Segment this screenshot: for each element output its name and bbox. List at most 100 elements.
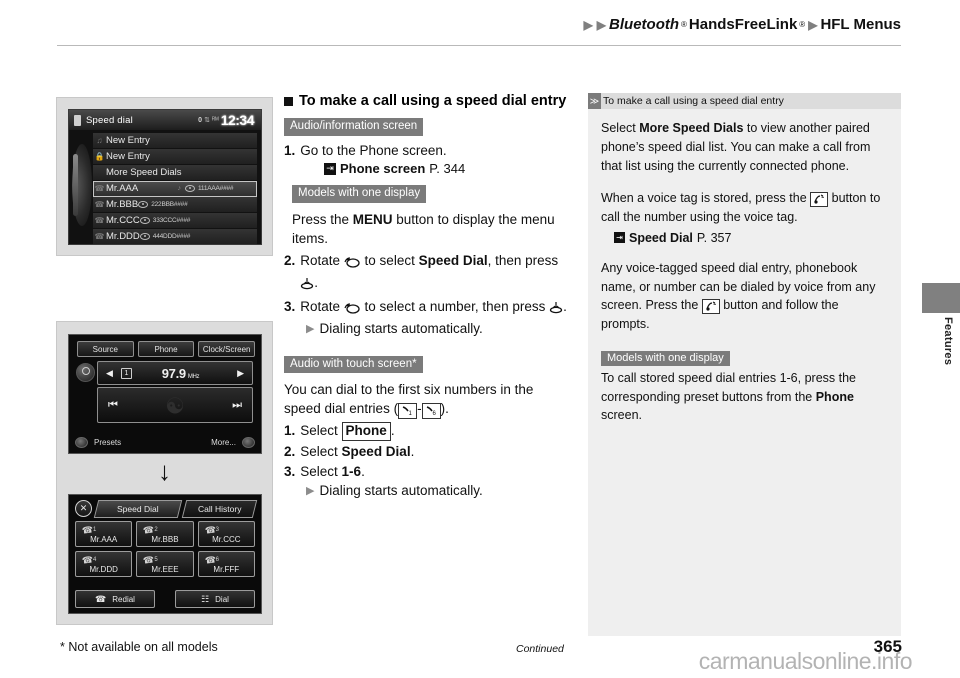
close-icon[interactable]: ✕: [75, 500, 92, 517]
seek-bar: ⏮ ☯ ⏭: [97, 387, 253, 423]
cross-reference-phone-screen[interactable]: ⇥ Phone screen P. 344: [324, 161, 572, 176]
redial-button[interactable]: ☎ Redial: [75, 590, 155, 608]
side-note-paragraph-1: Select More Speed Dials to view another …: [601, 119, 888, 175]
left-knob-icon[interactable]: [75, 436, 88, 448]
dialing-note-text: Dialing starts automatically.: [319, 320, 483, 336]
preset-button[interactable]: ☎ 5 Mr.EEE: [136, 551, 194, 577]
list-item[interactable]: ☎ Mr.CCC 333CCC####: [93, 213, 257, 229]
preset-range-label: 1-6: [341, 464, 362, 480]
badge-models-with-one-display: Models with one display: [292, 185, 427, 203]
step-text: Rotate to select Speed Dial, then press …: [300, 251, 572, 296]
preset-button[interactable]: ☎ 6 Mr.FFF: [197, 551, 255, 577]
seek-next-icon[interactable]: ⏭: [232, 399, 242, 412]
page-number: 365: [873, 637, 902, 656]
dial-label: Dial: [215, 594, 229, 604]
phone-button-reference[interactable]: Phone: [341, 422, 391, 441]
seek-prev-icon[interactable]: ⏮: [108, 399, 118, 412]
reference-label: Speed Dial: [629, 230, 693, 245]
list-item-more-speed-dials[interactable]: More Speed Dials: [93, 165, 257, 181]
list-item[interactable]: ☎ Mr.AAA ♪ 111AAA####: [93, 181, 257, 197]
breadcrumb-arrow-icon: ▶: [808, 17, 818, 32]
side-note-title: To make a call using a speed dial entry: [603, 95, 784, 107]
breadcrumb: ▶ ▶ Bluetooth ® HandsFreeLink ® ▶ HFL Menu…: [583, 16, 901, 33]
list-item-label: Mr.AAA: [106, 183, 139, 194]
badge-audio-with-touch-screen: Audio with touch screen*: [284, 355, 423, 373]
source-button[interactable]: Source: [77, 341, 134, 357]
preset-button[interactable]: ☎ 1 Mr.AAA: [75, 521, 133, 547]
power-knob-icon[interactable]: [76, 363, 95, 382]
side-note-paragraph-4: To call stored speed dial entries 1-6, p…: [601, 369, 888, 425]
list-item-label: More Speed Dials: [106, 167, 182, 178]
preset-label: Mr.AAA: [90, 535, 118, 544]
preset-number: 1: [120, 367, 132, 379]
radio-screen: Source Phone Clock/Screen ◀ 1 97.9 MHz ▶ …: [68, 334, 262, 454]
reference-label: Phone screen: [340, 161, 426, 177]
lock-icon: 🔒: [94, 152, 105, 161]
figure-touch-screen-flow: Source Phone Clock/Screen ◀ 1 97.9 MHz ▶ …: [56, 321, 273, 625]
broadcast-wave-icon: ☯: [165, 393, 185, 419]
menu-instruction: Press the MENU button to display the men…: [292, 210, 572, 249]
tab-speed-dial[interactable]: Speed Dial: [93, 499, 183, 518]
triangle-bullet-icon: ▶: [306, 485, 315, 498]
tab-label: Call History: [197, 503, 242, 514]
preset-button[interactable]: ☎ 4 Mr.DDD: [75, 551, 133, 577]
tab-call-history[interactable]: Call History: [181, 499, 258, 518]
clock-screen-button[interactable]: Clock/Screen: [198, 341, 256, 357]
number-text: 444DDD####: [152, 233, 191, 240]
touch-step-2-post: .: [410, 443, 415, 459]
right-knob-icon[interactable]: [242, 436, 255, 448]
step-2-mid: to select: [360, 252, 419, 268]
list-item-label: New Entry: [106, 135, 150, 146]
radio-bottom-bar: Presets More...: [75, 435, 255, 449]
side-note-paragraph-2: When a voice tag is stored, press the bu…: [601, 189, 888, 227]
preset-button[interactable]: ☎ 3 Mr.CCC: [197, 521, 255, 547]
touch-intro-paragraph: You can dial to the first six numbers in…: [284, 380, 572, 419]
handset-small-icon: [139, 233, 150, 240]
list-item-number: 111AAA####: [185, 185, 257, 192]
step-number: 2.: [284, 443, 296, 459]
speed-dial-1-icon: 1: [398, 402, 418, 419]
touch-step-1-post: .: [390, 423, 395, 439]
side-p4-post: screen.: [601, 408, 642, 423]
list-item[interactable]: ♫ New Entry: [93, 133, 257, 149]
side-p2-pre: When a voice tag is stored, press the: [601, 191, 811, 206]
header-divider: [57, 45, 901, 46]
reference-page: P. 344: [429, 161, 466, 177]
phone-touch-screen: ✕ Speed Dial Call History ☎ 1 Mr.AAA ☎ 2…: [68, 494, 262, 614]
dialing-note: ▶ Dialing starts automatically.: [306, 321, 572, 336]
step-2-post: , then press: [487, 252, 559, 268]
footnote: * Not available on all models: [60, 640, 218, 654]
step-2-end: .: [314, 275, 319, 291]
breadcrumb-item-hfl-menus: HFL Menus: [820, 16, 901, 33]
battery-level: 0: [198, 116, 203, 124]
handset-icon: ☎: [94, 232, 105, 241]
frequency-value: 97.9 MHz: [132, 366, 229, 381]
step-text: Go to the Phone screen.: [300, 142, 447, 158]
list-item[interactable]: ☎ Mr.DDD 444DDD####: [93, 229, 257, 244]
list-item-number: 444DDD####: [139, 233, 212, 240]
more-label[interactable]: More...: [211, 438, 236, 447]
presets-label[interactable]: Presets: [94, 438, 121, 447]
speed-dial-6-icon: 6: [421, 402, 441, 419]
tune-down-icon[interactable]: ◀: [106, 368, 113, 379]
continued-label: Continued: [516, 643, 564, 655]
clock-display: 12:34: [220, 112, 255, 128]
speed-dial-screen: Speed dial 0 ⇅ ᴿᴹ 12:34 ♫ New Entry 🔒 Ne…: [68, 109, 262, 245]
press-knob-icon: [549, 300, 563, 320]
svg-text:6: 6: [432, 411, 436, 416]
list-item[interactable]: ☎ Mr.BBB 222BBB####: [93, 197, 257, 213]
step-3-pre: Rotate: [300, 298, 344, 314]
side-note-body: Select More Speed Dials to view another …: [588, 109, 901, 425]
list-item[interactable]: 🔒 New Entry: [93, 149, 257, 165]
side-cross-reference[interactable]: ⇥ Speed Dial P. 357: [614, 231, 888, 245]
dial-button[interactable]: ☷ Dial: [175, 590, 255, 608]
preset-button[interactable]: ☎ 2 Mr.BBB: [136, 521, 194, 547]
list-item-number: 222BBB####: [138, 201, 210, 208]
touch-step-3: 3. Select 1-6.: [284, 462, 572, 482]
phone-button[interactable]: Phone: [137, 341, 195, 357]
tune-up-icon[interactable]: ▶: [237, 368, 244, 379]
step-2-pre: Rotate: [300, 252, 344, 268]
jump-icon: ⇥: [614, 232, 625, 244]
step-2: 2. Rotate to select Speed Dial, then pre…: [284, 251, 572, 296]
side-p1-pre: Select: [601, 121, 640, 135]
